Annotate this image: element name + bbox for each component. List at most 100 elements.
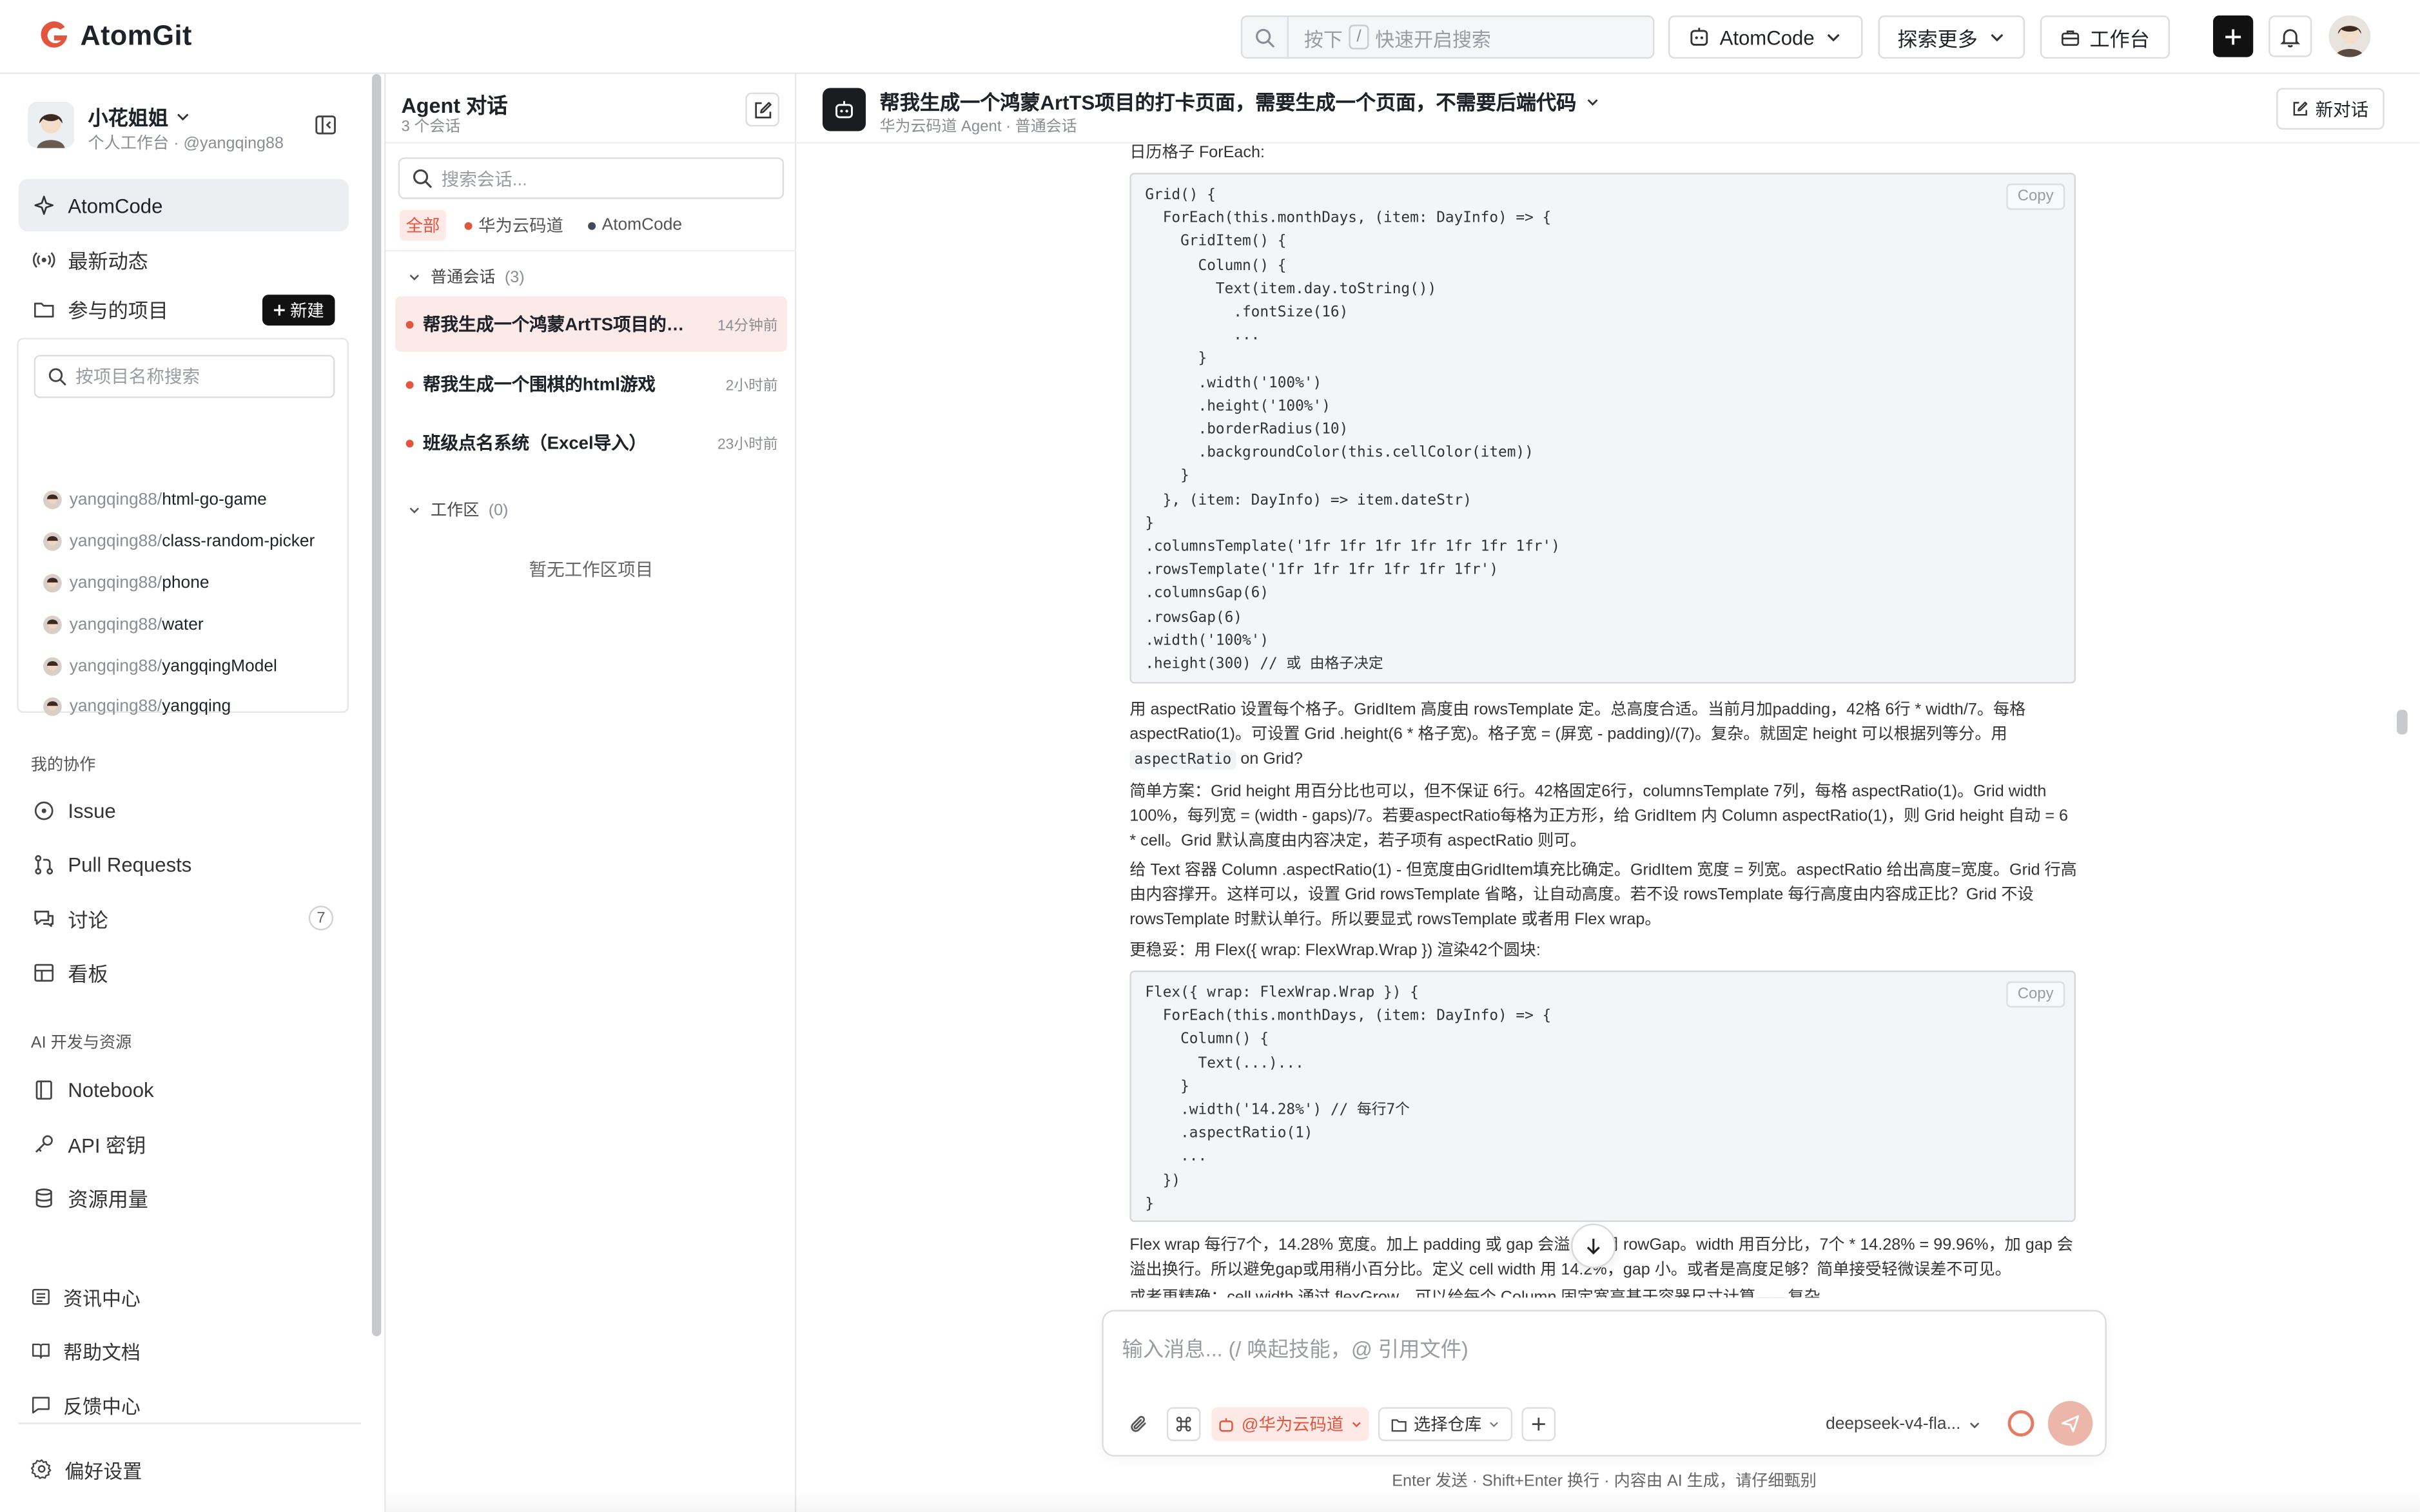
nav-atomcode[interactable]: AtomCode (18, 179, 349, 232)
plus-icon (1532, 1417, 1545, 1431)
pull-request-icon (31, 851, 55, 876)
attach-button[interactable] (1122, 1407, 1156, 1441)
status-dot (405, 320, 414, 328)
sidebar: 小花姐姐 个人工作台 · @yangqing88 AtomCode 最新动态 参… (0, 73, 383, 1512)
create-button[interactable] (2212, 15, 2254, 57)
nav-news[interactable]: 资讯中心 (31, 1281, 141, 1312)
nav-feedback[interactable]: 反馈中心 (31, 1389, 141, 1420)
project-item[interactable]: yangqing88/water (43, 611, 204, 639)
scroll-to-bottom-button[interactable] (1571, 1223, 1616, 1268)
nav-activity[interactable]: 最新动态 (19, 233, 349, 285)
context-usage-ring (2007, 1410, 2035, 1437)
nav-settings[interactable]: 偏好设置 (30, 1453, 142, 1484)
notifications-button[interactable] (2269, 15, 2312, 57)
user-name: 小花姐姐 (88, 106, 168, 130)
conversation-item[interactable]: 帮我生成一个鸿蒙ArtTS项目的打卡... 14分钟前 (395, 296, 787, 352)
nav-board[interactable]: 看板 (19, 946, 349, 998)
nav-projects[interactable]: 参与的项目 (19, 282, 250, 334)
message-composer[interactable]: 输入消息... (/ 唤起技能，@ 引用文件) @华为云码道 选择仓库 deep… (1102, 1310, 2107, 1457)
robot-icon (1220, 1417, 1234, 1431)
explore-more-button[interactable]: 探索更多 (1878, 15, 2025, 59)
nav-discussion-label: 讨论 (68, 907, 108, 931)
project-owner: yangqing88/ (69, 615, 162, 634)
group-normal-label: 普通会话 (430, 268, 496, 287)
send-button[interactable] (2047, 1401, 2093, 1446)
user-card[interactable]: 小花姐姐 个人工作台 · @yangqing88 (28, 101, 355, 156)
group-workspace-toggle[interactable]: 工作区 (0) (407, 498, 508, 521)
project-search-input[interactable]: 按项目名称搜索 (34, 354, 335, 398)
robot-icon (835, 101, 853, 119)
copy-button[interactable]: Copy (2006, 981, 2065, 1008)
copy-button[interactable]: Copy (2006, 183, 2065, 210)
group-normal-toggle[interactable]: 普通会话 (3) (407, 266, 525, 289)
workbench-button[interactable]: 工作台 (2040, 15, 2170, 59)
agent-tag-select[interactable]: @华为云码道 (1211, 1407, 1369, 1441)
sidebar-scrollbar[interactable] (371, 73, 382, 1337)
app-logo[interactable]: AtomGit (37, 19, 191, 53)
message-text: 简单方案：Grid height 用百分比也可以，但不保证 6行。42格固定6行… (1129, 782, 2069, 851)
command-button[interactable] (1166, 1407, 1201, 1441)
conversation-search-input[interactable]: 搜索会话... (398, 157, 785, 199)
project-item[interactable]: yangqing88/phone (43, 569, 209, 597)
project-search-placeholder: 按项目名称搜索 (75, 369, 200, 387)
nav-pull-requests[interactable]: Pull Requests (19, 838, 349, 890)
filter-atomcode-label: AtomCode (601, 216, 683, 235)
repo-select-label: 选择仓库 (1413, 1416, 1482, 1435)
add-context-button[interactable] (1521, 1407, 1556, 1441)
new-chat-button[interactable]: 新对话 (2276, 88, 2385, 130)
chevron-down-icon (177, 113, 189, 121)
filter-huawei[interactable]: 华为云码道 (458, 210, 569, 241)
avatar (43, 697, 62, 716)
book-icon (31, 1340, 51, 1360)
repo-select[interactable]: 选择仓库 (1378, 1407, 1513, 1441)
explore-more-label: 探索更多 (1897, 26, 1978, 50)
nav-discussion[interactable]: 讨论 7 (19, 892, 349, 944)
robot-icon (1691, 28, 1708, 46)
project-item[interactable]: yangqing88/class-random-picker (43, 528, 315, 556)
project-owner: yangqing88/ (69, 697, 162, 716)
conversation-time: 2小时前 (725, 378, 778, 395)
inline-code: aspectRatio (1129, 750, 1236, 770)
message-text: 日历格子 ForEach: (1129, 143, 1265, 162)
filter-all[interactable]: 全部 (400, 209, 446, 241)
project-item[interactable]: yangqing88/html-go-game (43, 486, 267, 514)
project-repo: phone (162, 574, 210, 593)
nav-api-key-label: API 密钥 (68, 1133, 146, 1157)
message-text: on Grid? (1236, 750, 1303, 769)
nav-settings-label: 偏好设置 (64, 1460, 142, 1482)
nav-usage[interactable]: 资源用量 (19, 1171, 349, 1223)
collapse-sidebar-button[interactable] (313, 113, 338, 137)
nav-issue[interactable]: Issue (19, 784, 349, 836)
message-text: 或者更精确：cell width 通过 flexGrow，可以给每个 Colum… (1129, 1288, 1837, 1298)
conversation-item[interactable]: 班级点名系统（Excel导入） 23小时前 (395, 415, 787, 470)
project-repo: yangqingModel (162, 657, 277, 676)
message-scrollbar[interactable] (2396, 710, 2408, 735)
new-project-button[interactable]: 新建 (262, 295, 335, 326)
folder-icon (31, 296, 55, 321)
project-item[interactable]: yangqing88/yangqingModel (43, 653, 277, 681)
new-conversation-button[interactable] (745, 92, 779, 127)
bell-icon (2280, 28, 2301, 47)
avatar (43, 615, 62, 634)
global-search[interactable]: 按下 / 快速开启搜索 (1240, 15, 1655, 59)
project-owner: yangqing88/ (69, 490, 162, 510)
conversation-title: 班级点名系统（Excel导入） (422, 435, 647, 454)
status-dot (588, 221, 596, 229)
chevron-down-icon (1351, 1422, 1360, 1428)
atomcode-menu-button[interactable]: AtomCode (1668, 15, 1863, 59)
broadcast-icon (31, 247, 55, 271)
composer-hint: Enter 发送 · Shift+Enter 换行 · 内容由 AI 生成，请仔… (1392, 1471, 1817, 1491)
nav-api-key[interactable]: API 密钥 (19, 1117, 349, 1169)
conversation-item[interactable]: 帮我生成一个围棋的html游戏 2小时前 (395, 356, 787, 412)
status-dot (464, 221, 473, 229)
chat-title-dropdown[interactable]: 帮我生成一个鸿蒙ArtTS项目的打卡页面，需要生成一个页面，不需要后端代码 (880, 86, 1601, 115)
paperclip-icon (1131, 1416, 1146, 1432)
filter-atomcode[interactable]: AtomCode (582, 210, 688, 241)
conversation-time: 14分钟前 (717, 318, 778, 335)
user-avatar[interactable] (2328, 15, 2371, 57)
nav-help[interactable]: 帮助文档 (31, 1335, 141, 1366)
project-item[interactable]: yangqing88/yangqing (43, 693, 231, 721)
edit-icon (754, 101, 771, 118)
model-select[interactable]: deepseek-v4-fla... (1826, 1407, 1982, 1441)
nav-notebook[interactable]: Notebook (19, 1063, 349, 1115)
